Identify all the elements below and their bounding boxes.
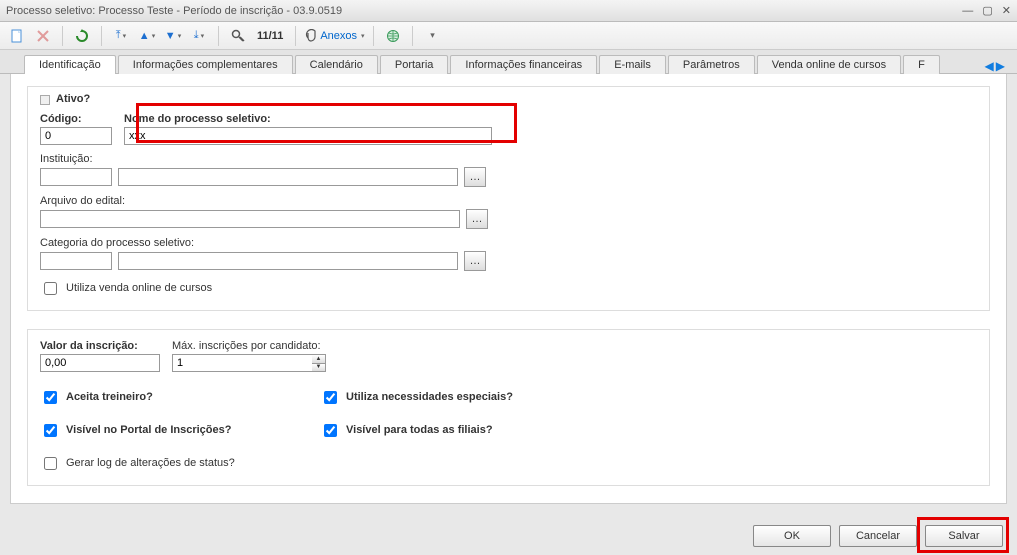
edital-label: Arquivo do edital:	[40, 195, 977, 207]
tab-parametros[interactable]: Parâmetros	[668, 55, 755, 74]
chevron-down-icon[interactable]: ▼	[312, 364, 325, 372]
nome-field[interactable]	[124, 127, 492, 145]
delete-button[interactable]	[32, 25, 54, 47]
chevron-up-icon[interactable]: ▲	[312, 355, 325, 364]
instituicao-label: Instituição:	[40, 153, 977, 165]
filiais-label: Visível para todas as filiais?	[346, 424, 493, 436]
paperclip-icon	[304, 29, 318, 43]
group-main: Ativo? Código: Nome do processo seletivo…	[27, 86, 990, 311]
log-label: Gerar log de alterações de status?	[66, 457, 235, 469]
portal-label: Visível no Portal de Inscrições?	[66, 424, 231, 436]
edital-field[interactable]	[40, 210, 460, 228]
title-bar: Processo seletivo: Processo Teste - Perí…	[0, 0, 1017, 22]
first-button[interactable]: ⤒▾	[110, 25, 132, 47]
tab-emails[interactable]: E-mails	[599, 55, 666, 74]
tab-scroll-left-icon[interactable]: ◀	[985, 59, 994, 73]
instituicao-name-field[interactable]	[118, 168, 458, 186]
minimize-icon[interactable]: —	[962, 5, 973, 17]
next-button[interactable]: ▼▾	[162, 25, 184, 47]
treineiro-checkbox[interactable]	[44, 391, 57, 404]
last-button[interactable]: ⤓▾	[188, 25, 210, 47]
tab-identificacao[interactable]: Identificação	[24, 55, 116, 74]
tab-info-complementares[interactable]: Informações complementares	[118, 55, 293, 74]
tab-portaria[interactable]: Portaria	[380, 55, 449, 74]
categoria-name-field[interactable]	[118, 252, 458, 270]
instituicao-lookup-button[interactable]: …	[464, 167, 486, 187]
nome-label: Nome do processo seletivo:	[124, 113, 492, 125]
tab-calendario[interactable]: Calendário	[295, 55, 378, 74]
max-insc-label: Máx. inscrições por candidato:	[172, 340, 332, 352]
chevron-down-toolbar[interactable]: ▾	[421, 25, 443, 47]
window-title: Processo seletivo: Processo Teste - Perí…	[6, 5, 342, 17]
cancel-button[interactable]: Cancelar	[839, 525, 917, 547]
portal-checkbox[interactable]	[44, 424, 57, 437]
venda-online-label: Utiliza venda online de cursos	[66, 282, 212, 294]
tab-page: Ativo? Código: Nome do processo seletivo…	[10, 74, 1007, 504]
globe-button[interactable]	[382, 25, 404, 47]
maximize-icon[interactable]: ▢	[982, 5, 992, 17]
tab-strip: Identificação Informações complementares…	[0, 50, 1017, 74]
ativo-label: Ativo?	[56, 93, 90, 105]
categoria-label: Categoria do processo seletivo:	[40, 237, 977, 249]
main-toolbar: ⤒▾ ▲▾ ▼▾ ⤓▾ 11/11 Anexos ▾ ▾	[0, 22, 1017, 50]
valor-field[interactable]	[40, 354, 160, 372]
group-inscricao: Valor da inscrição: Máx. inscrições por …	[27, 329, 990, 486]
chevron-down-icon: ▾	[361, 32, 365, 40]
max-insc-field[interactable]	[172, 354, 312, 372]
attachments-label: Anexos	[320, 30, 357, 42]
treineiro-label: Aceita treineiro?	[66, 391, 153, 403]
expand-icon[interactable]	[40, 95, 50, 105]
tab-venda-online[interactable]: Venda online de cursos	[757, 55, 901, 74]
tab-scroll-right-icon[interactable]: ▶	[996, 59, 1005, 73]
search-button[interactable]	[227, 25, 249, 47]
new-button[interactable]	[6, 25, 28, 47]
ok-button[interactable]: OK	[753, 525, 831, 547]
tab-overflow[interactable]: F	[903, 55, 940, 74]
window-controls: — ▢ ✕	[956, 4, 1011, 17]
save-button[interactable]: Salvar	[925, 525, 1003, 547]
valor-label: Valor da inscrição:	[40, 340, 160, 352]
categoria-code-field[interactable]	[40, 252, 112, 270]
codigo-label: Código:	[40, 113, 112, 125]
close-icon[interactable]: ✕	[1002, 5, 1011, 17]
button-bar: OK Cancelar Salvar	[753, 525, 1003, 547]
record-counter: 11/11	[253, 30, 287, 42]
categoria-lookup-button[interactable]: …	[464, 251, 486, 271]
necessidades-label: Utiliza necessidades especiais?	[346, 391, 513, 403]
log-checkbox[interactable]	[44, 457, 57, 470]
instituicao-code-field[interactable]	[40, 168, 112, 186]
max-insc-stepper[interactable]: ▲▼	[312, 354, 326, 372]
refresh-button[interactable]	[71, 25, 93, 47]
attachments-dropdown[interactable]: Anexos ▾	[304, 29, 364, 43]
tab-info-financeiras[interactable]: Informações financeiras	[450, 55, 597, 74]
prev-button[interactable]: ▲▾	[136, 25, 158, 47]
edital-browse-button[interactable]: …	[466, 209, 488, 229]
filiais-checkbox[interactable]	[324, 424, 337, 437]
necessidades-checkbox[interactable]	[324, 391, 337, 404]
venda-online-checkbox[interactable]	[44, 282, 57, 295]
codigo-field[interactable]	[40, 127, 112, 145]
